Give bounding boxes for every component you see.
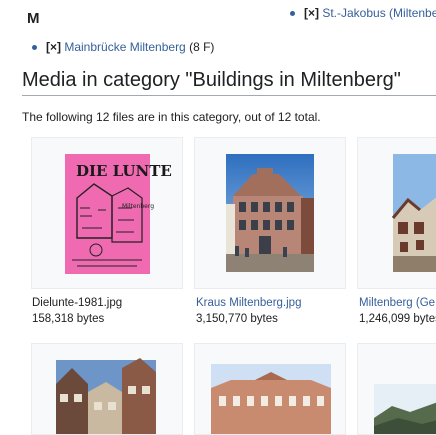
gallery-thumb-box-2[interactable] (194, 137, 346, 289)
town-photo-thumbnail[interactable] (358, 138, 436, 288)
bullet-icon (290, 11, 295, 17)
category-letter-heading: M (27, 10, 40, 27)
gallery-thumb-box-1[interactable]: DIE LUNTE Miltenberg (31, 137, 183, 289)
gallery-thumb-box-5[interactable] (194, 343, 346, 435)
palace-photo-thumbnail[interactable] (195, 344, 345, 434)
file-size: 158,318 bytes (32, 313, 105, 325)
poster-thumbnail[interactable]: DIE LUNTE Miltenberg (32, 138, 182, 288)
file-size: 1,246,099 bytes (359, 313, 436, 325)
poster-town: Miltenberg (122, 203, 154, 210)
media-summary-text: The following 12 files are in this categ… (22, 110, 321, 124)
gallery-thumb-box-3[interactable] (357, 137, 436, 289)
subcategory-marker[interactable]: [×] (304, 6, 319, 20)
subcategory-item-st-jakobus: [×] St.-Jakobus (Miltenbe (290, 6, 436, 20)
building-photo-thumbnail[interactable] (195, 138, 345, 288)
file-name: Dielunte-1981.jpg (32, 297, 123, 309)
subcategory-link-st-jakobus[interactable]: St.-Jakobus (Miltenbe (322, 6, 436, 20)
file-size: 3,150,770 bytes (196, 313, 278, 325)
media-section-heading: Media in category "Buildings in Miltenbe… (22, 69, 436, 96)
street-photo-thumbnail[interactable] (32, 344, 182, 434)
subcategory-link-mainbruecke[interactable]: Mainbrücke Miltenberg (64, 40, 185, 54)
gallery-thumb-box-4[interactable] (31, 343, 183, 435)
subcategory-count: (8 F) (189, 40, 215, 54)
file-link[interactable]: Miltenberg (Ge (359, 297, 436, 309)
subcategory-item-mainbruecke: [×] Mainbrücke Miltenberg (8 F) (32, 40, 214, 54)
landscape-photo-thumbnail[interactable] (358, 344, 436, 434)
gallery-caption-2: Kraus Miltenberg.jpg 3,150,770 bytes (196, 297, 301, 325)
gallery-caption-1: Dielunte-1981.jpg 158,318 bytes (32, 297, 122, 325)
gallery-thumb-box-6[interactable] (357, 343, 436, 435)
poster-title: DIE LUNTE (76, 162, 172, 180)
file-link[interactable]: Kraus Miltenberg.jpg (196, 297, 301, 309)
bullet-icon (32, 45, 37, 51)
subcategory-marker[interactable]: [×] (46, 40, 61, 54)
gallery-caption-3: Miltenberg (Ge 1,246,099 bytes (359, 297, 436, 325)
